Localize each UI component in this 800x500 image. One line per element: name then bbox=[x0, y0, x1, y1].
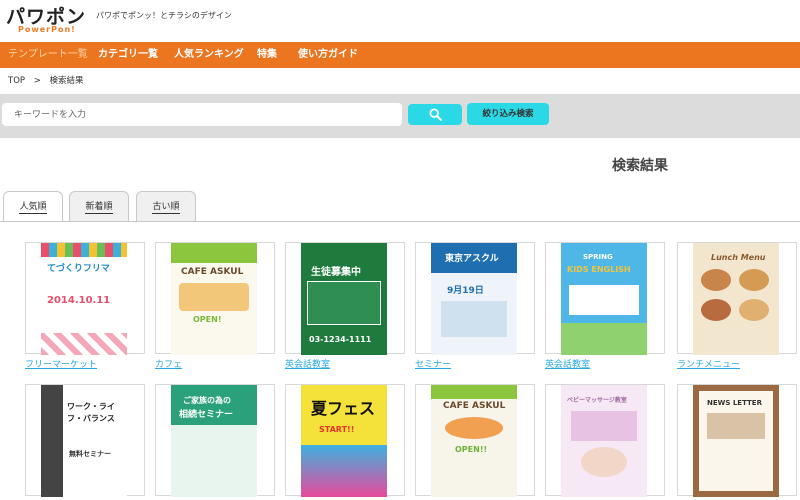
thumb-title: ご家族の為の bbox=[183, 396, 231, 405]
template-thumbnail: ワーク・ライフ・バランス 無料セミナー bbox=[41, 385, 127, 497]
thumb-dish bbox=[739, 299, 769, 321]
tab-popular[interactable]: 人気順 bbox=[3, 191, 63, 222]
thumb-table bbox=[569, 285, 639, 315]
template-link-flea-market[interactable]: フリーマーケット bbox=[25, 357, 97, 370]
thumb-photo bbox=[41, 385, 63, 497]
thumb-banner bbox=[571, 411, 637, 441]
thumb-photo bbox=[581, 447, 627, 477]
thumb-title: NEWS LETTER bbox=[707, 399, 762, 407]
search-icon bbox=[429, 108, 442, 121]
results-title: 検索結果 bbox=[612, 158, 668, 174]
thumb-title: CAFE ASKUL bbox=[443, 401, 506, 411]
thumb-title: てづくりフリマ bbox=[47, 264, 110, 274]
thumb-fruit bbox=[445, 417, 503, 439]
thumb-dish bbox=[701, 299, 731, 321]
template-card[interactable]: Lunch Menu bbox=[677, 242, 797, 355]
template-thumbnail: ご家族の為の 相続セミナー bbox=[171, 385, 257, 497]
template-link-cafe[interactable]: カフェ bbox=[155, 357, 182, 370]
template-card[interactable]: ワーク・ライフ・バランス 無料セミナー bbox=[25, 384, 145, 497]
template-thumbnail: NEWS LETTER bbox=[693, 385, 779, 497]
thumb-title: 夏フェス bbox=[311, 399, 376, 418]
thumb-pattern bbox=[41, 333, 127, 355]
template-card[interactable]: CAFE ASKUL OPEN!! bbox=[415, 384, 535, 497]
template-card[interactable]: ベビーマッサージ教室 bbox=[545, 384, 665, 497]
template-thumbnail: SPRING KIDS ENGLISH bbox=[561, 243, 647, 355]
template-link-kids-english[interactable]: 英会話教室 bbox=[545, 357, 590, 370]
thumb-subtitle: 9月19日 bbox=[447, 286, 484, 296]
template-card[interactable]: 夏フェス START!! bbox=[285, 384, 405, 497]
thumb-photo bbox=[441, 301, 507, 337]
nav-item-templates[interactable]: テンプレート一覧 bbox=[8, 42, 88, 68]
thumb-subtitle: SPRING bbox=[583, 253, 613, 261]
nav-item-categories[interactable]: カテゴリ一覧 bbox=[98, 42, 158, 68]
thumb-leaves bbox=[431, 385, 517, 399]
template-card[interactable]: NEWS LETTER bbox=[677, 384, 797, 497]
thumb-grass bbox=[561, 323, 647, 355]
thumb-title: ベビーマッサージ教室 bbox=[567, 397, 627, 404]
breadcrumb-current: 検索結果 bbox=[49, 76, 84, 86]
thumb-subtitle: 相続セミナー bbox=[179, 410, 234, 420]
thumb-subtitle: OPEN! bbox=[193, 315, 222, 324]
thumb-leaves bbox=[171, 243, 257, 263]
thumb-title: ワーク・ライフ・バランス bbox=[67, 402, 115, 423]
tab-newest[interactable]: 新着順 bbox=[69, 191, 129, 222]
template-thumbnail: ベビーマッサージ教室 bbox=[561, 385, 647, 497]
thumb-title: KIDS ENGLISH bbox=[567, 265, 631, 274]
logo-subtext: PowerPon! bbox=[18, 25, 76, 34]
template-card[interactable]: てづくりフリマ 2014.10.11 bbox=[25, 242, 145, 355]
thumb-subtitle: 03-1234-1111 bbox=[309, 335, 372, 344]
template-thumbnail: 夏フェス START!! bbox=[301, 385, 387, 497]
thumb-body bbox=[171, 425, 257, 497]
nav-item-guide[interactable]: 使い方ガイド bbox=[298, 42, 358, 68]
nav-item-features[interactable]: 特集 bbox=[257, 42, 277, 68]
thumb-table bbox=[307, 281, 381, 325]
template-link-english-school[interactable]: 英会話教室 bbox=[285, 357, 330, 370]
main-nav: テンプレート一覧 カテゴリ一覧 人気ランキング 特集 使い方ガイド bbox=[0, 42, 800, 68]
breadcrumb-separator: > bbox=[33, 76, 41, 86]
thumb-dish bbox=[701, 269, 731, 291]
template-card[interactable]: 東京アスクル 9月19日 bbox=[415, 242, 535, 355]
thumb-title: CAFE ASKUL bbox=[181, 267, 244, 277]
thumb-image bbox=[179, 283, 249, 311]
search-button[interactable] bbox=[408, 104, 462, 125]
template-thumbnail: 生徒募集中 03-1234-1111 bbox=[301, 243, 387, 355]
thumb-photo bbox=[707, 413, 765, 439]
template-thumbnail: 東京アスクル 9月19日 bbox=[431, 243, 517, 355]
thumb-title: 生徒募集中 bbox=[311, 267, 361, 278]
thumb-subtitle: 無料セミナー bbox=[69, 450, 111, 458]
tab-divider bbox=[0, 221, 800, 222]
breadcrumb-home[interactable]: TOP bbox=[8, 76, 25, 86]
thumb-dish bbox=[739, 269, 769, 291]
template-card[interactable]: 生徒募集中 03-1234-1111 bbox=[285, 242, 405, 355]
site-logo[interactable]: パワポン PowerPon! bbox=[6, 2, 86, 38]
tab-newest-label: 新着順 bbox=[85, 202, 113, 214]
bunting-decoration bbox=[41, 243, 127, 257]
search-input[interactable] bbox=[2, 103, 402, 126]
thumb-title: Lunch Menu bbox=[711, 253, 766, 262]
site-header: パワポン PowerPon! パワポでポンッ！とチラシのデザイン bbox=[0, 0, 800, 42]
template-card[interactable]: SPRING KIDS ENGLISH bbox=[545, 242, 665, 355]
tab-popular-label: 人気順 bbox=[19, 202, 47, 214]
thumb-title: 東京アスクル bbox=[445, 254, 499, 264]
breadcrumb: TOP > 検索結果 bbox=[8, 74, 90, 86]
template-thumbnail: てづくりフリマ 2014.10.11 bbox=[41, 243, 127, 355]
filter-search-button[interactable]: 絞り込み検索 bbox=[467, 103, 549, 125]
template-thumbnail: Lunch Menu bbox=[693, 243, 779, 355]
tab-oldest[interactable]: 古い順 bbox=[136, 191, 196, 222]
thumb-crowd bbox=[301, 445, 387, 497]
thumb-subtitle: START!! bbox=[319, 425, 355, 434]
template-card[interactable]: ご家族の為の 相続セミナー bbox=[155, 384, 275, 497]
thumb-subtitle: 2014.10.11 bbox=[47, 295, 111, 306]
thumb-subtitle: OPEN!! bbox=[455, 445, 488, 454]
template-link-seminar[interactable]: セミナー bbox=[415, 357, 451, 370]
tab-oldest-label: 古い順 bbox=[152, 202, 180, 214]
nav-item-ranking[interactable]: 人気ランキング bbox=[174, 42, 244, 68]
template-card[interactable]: CAFE ASKUL OPEN! bbox=[155, 242, 275, 355]
template-thumbnail: CAFE ASKUL OPEN!! bbox=[431, 385, 517, 497]
template-link-lunch-menu[interactable]: ランチメニュー bbox=[677, 357, 740, 370]
template-thumbnail: CAFE ASKUL OPEN! bbox=[171, 243, 257, 355]
site-tagline: パワポでポンッ！とチラシのデザイン bbox=[96, 11, 232, 20]
